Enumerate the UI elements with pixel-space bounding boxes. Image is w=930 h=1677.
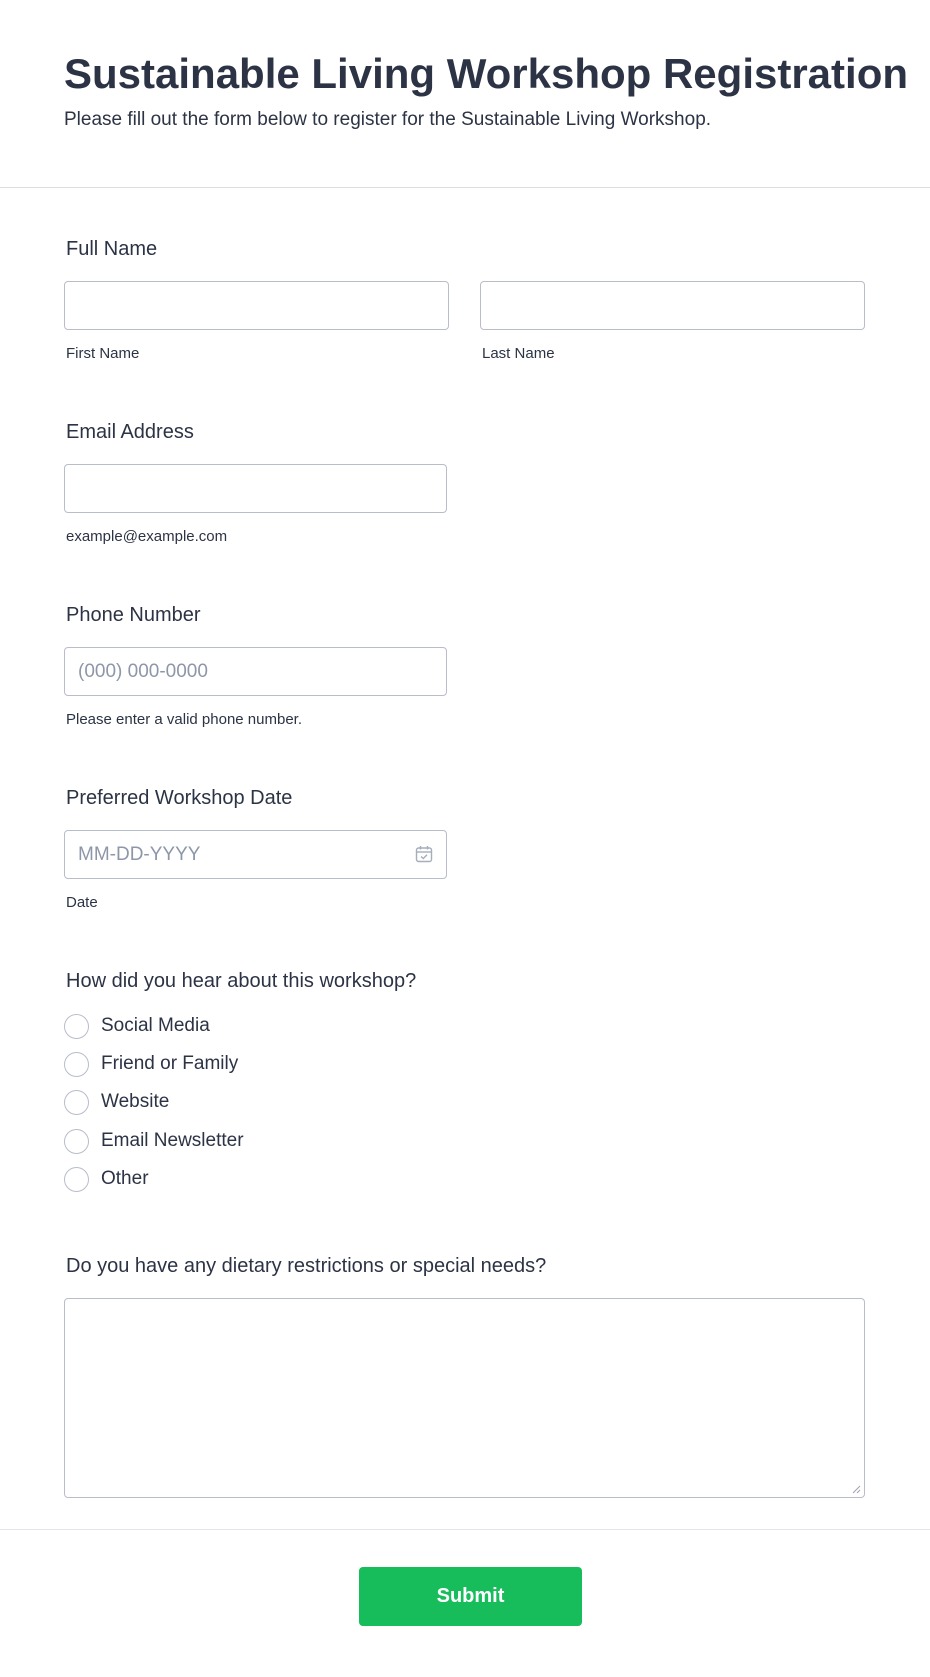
radio-label: Friend or Family: [101, 1053, 239, 1074]
first-name-sublabel: First Name: [66, 345, 140, 362]
phone-input[interactable]: (000) 000-0000: [64, 647, 447, 696]
radio-button[interactable]: [64, 1014, 89, 1039]
form-header: Sustainable Living Workshop Registration…: [0, 0, 930, 188]
radio-button[interactable]: [64, 1129, 89, 1154]
date-sublabel: Date: [66, 894, 98, 911]
calendar-icon[interactable]: [415, 845, 433, 863]
page-subtitle: Please fill out the form below to regist…: [64, 109, 712, 130]
date-label: Preferred Workshop Date: [66, 787, 293, 809]
last-name-sublabel: Last Name: [482, 345, 555, 362]
email-label: Email Address: [66, 421, 194, 443]
email-sublabel: example@example.com: [66, 528, 228, 545]
full-name-label: Full Name: [66, 238, 158, 260]
date-placeholder: MM-DD-YYYY: [78, 844, 201, 865]
last-name-input[interactable]: [480, 281, 865, 330]
page-title: Sustainable Living Workshop Registration: [64, 50, 908, 97]
dietary-textarea[interactable]: [64, 1298, 865, 1498]
phone-sublabel: Please enter a valid phone number.: [66, 711, 302, 728]
footer-divider: [0, 1529, 930, 1530]
resize-handle-icon[interactable]: [852, 1485, 861, 1494]
radio-button[interactable]: [64, 1052, 89, 1077]
email-field[interactable]: [64, 464, 447, 513]
radio-label: Other: [101, 1168, 149, 1189]
radio-button[interactable]: [64, 1090, 89, 1115]
radio-label: Social Media: [101, 1015, 210, 1036]
radio-label: Email Newsletter: [101, 1130, 244, 1151]
first-name-input[interactable]: [64, 281, 449, 330]
phone-placeholder: (000) 000-0000: [78, 661, 208, 682]
date-input[interactable]: MM-DD-YYYY: [64, 830, 447, 879]
phone-label: Phone Number: [66, 604, 201, 626]
source-label: How did you hear about this workshop?: [66, 970, 417, 992]
radio-label: Website: [101, 1091, 170, 1112]
submit-button[interactable]: Submit: [359, 1567, 582, 1626]
radio-button[interactable]: [64, 1167, 89, 1192]
dietary-label: Do you have any dietary restrictions or …: [66, 1255, 547, 1277]
